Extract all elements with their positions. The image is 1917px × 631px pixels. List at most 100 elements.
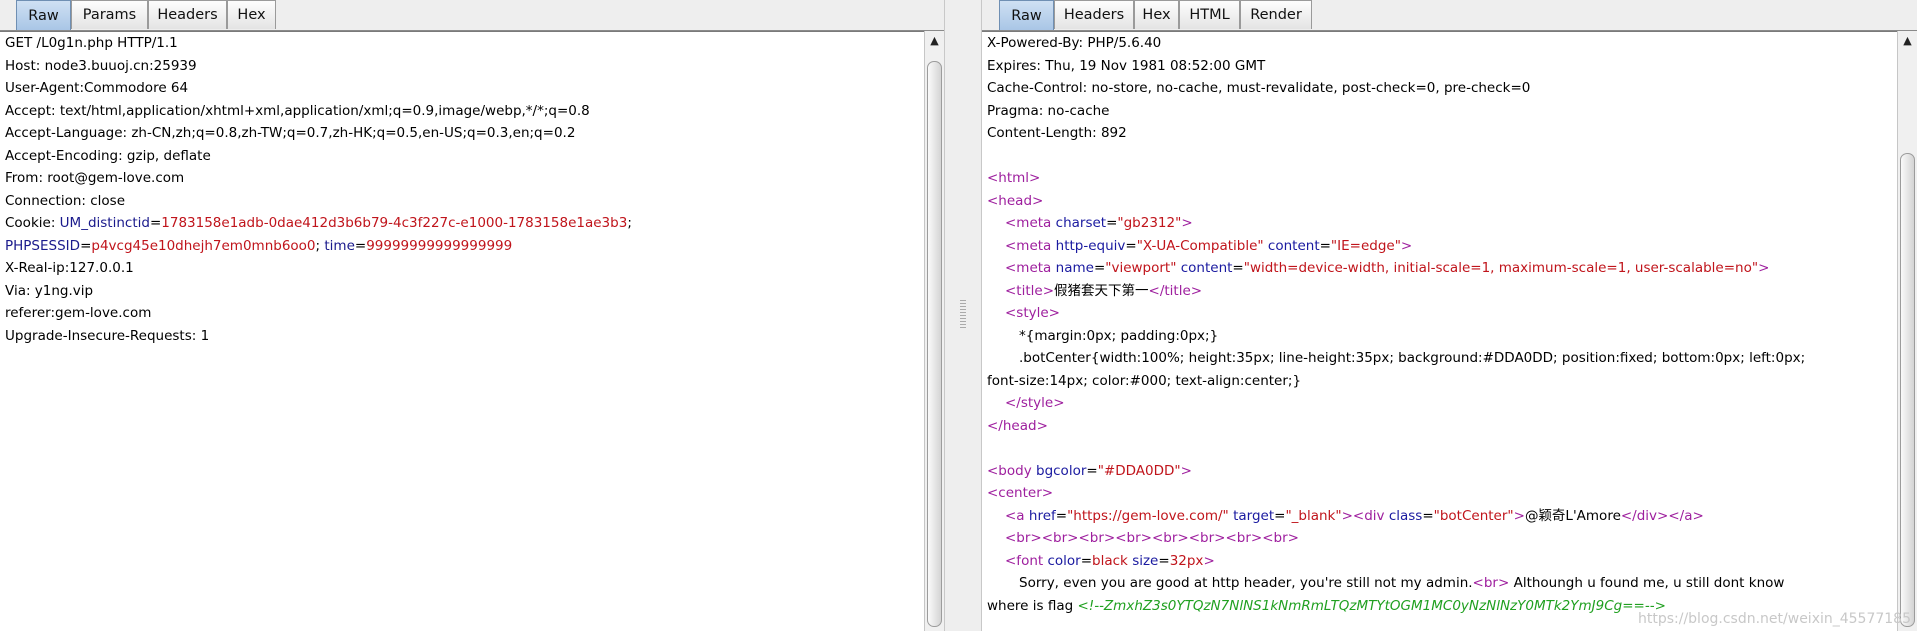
watermark: https://blog.csdn.net/weixin_45577185: [1637, 611, 1911, 627]
attr-value: black: [1092, 552, 1128, 569]
title-line: <title>假猪套天下第一</title>: [982, 280, 1897, 303]
attr-value: 32px: [1169, 552, 1204, 569]
request-scroll-thumb[interactable]: [927, 61, 942, 627]
accept-language-header: Accept-Language: zh-CN,zh;q=0.8,zh-TW;q=…: [5, 125, 576, 141]
style-tag: <style>: [1005, 305, 1060, 321]
attr-value: "#DDA0DD": [1097, 462, 1181, 479]
splitter-grip-icon[interactable]: [960, 300, 966, 330]
attr-value: "_blank": [1285, 507, 1342, 524]
head-close-line: </head>: [982, 415, 1897, 438]
sorry-text-2: Althoungh u found me, u still dont know: [1509, 575, 1785, 591]
attr-value: "botCenter": [1433, 507, 1514, 524]
response-tab-html[interactable]: HTML: [1179, 0, 1240, 29]
response-tab-render[interactable]: Render: [1240, 0, 1312, 29]
style-close-tag: </style>: [1005, 395, 1065, 411]
accept-header: Accept: text/html,application/xhtml+xml,…: [5, 102, 590, 119]
connection-header: Connection: close: [5, 192, 125, 209]
attr-value: "https://gem-love.com/": [1067, 507, 1229, 524]
attr-value: "gb2312": [1117, 215, 1182, 231]
x-real-ip-header: X-Real-ip:127.0.0.1: [5, 260, 134, 276]
body-tag: <body: [987, 462, 1032, 479]
meta-compat-line: <meta http-equiv="X-UA-Compatible" conte…: [1005, 237, 1413, 254]
response-header: Pragma: no-cache: [987, 102, 1110, 119]
cookie-value: 99999999999999999: [366, 237, 513, 254]
response-header: Content-Length: 892: [987, 125, 1127, 141]
meta-viewport-line: <meta name="viewport" content="width=dev…: [1005, 260, 1770, 276]
br-tag: <br>: [1472, 575, 1510, 591]
request-scrollbar[interactable]: ▲: [924, 31, 944, 631]
scroll-up-arrow-icon[interactable]: ▲: [1900, 33, 1915, 48]
sorry-text: Sorry, even you are good at http header,…: [1019, 575, 1473, 591]
tag-close: >: [1203, 552, 1215, 569]
response-tab-hex[interactable]: Hex: [1134, 0, 1179, 29]
attr-name: href: [1028, 507, 1056, 524]
font-tag: <font: [1005, 552, 1044, 569]
pane-splitter[interactable]: [944, 0, 982, 631]
style-open-line: <style>: [982, 302, 1897, 325]
referer-header: referer:gem-love.com: [5, 305, 152, 321]
request-editor[interactable]: GET /L0g1n.php HTTP/1.1 Host: node3.buuo…: [0, 31, 924, 631]
response-tab-headers[interactable]: Headers: [1054, 0, 1134, 29]
css-line: *{margin:0px; padding:0px;}: [1019, 327, 1219, 344]
flag-comment: <!--ZmxhZ3s0YTQzN7NlNS1kNmRmLTQzMTYtOGM1…: [1077, 597, 1666, 614]
style-close-line: </style>: [982, 392, 1897, 415]
cookie-value: p4vcg45e10dhejh7em0mnb6oo0: [91, 237, 316, 254]
attr-name: size: [1132, 552, 1159, 569]
tag-close: >: [1180, 462, 1192, 479]
attr-value: "X-UA-Compatible": [1136, 237, 1264, 254]
a-close-tag: </a>: [1668, 507, 1704, 524]
cookie-name: UM_distinctid: [59, 215, 150, 231]
br-line: <br><br><br><br><br><br><br><br>: [982, 527, 1897, 550]
response-header: Cache-Control: no-store, no-cache, must-…: [987, 80, 1531, 96]
response-scrollbar[interactable]: ▲: [1897, 31, 1917, 631]
meta-tag: <meta: [1005, 237, 1052, 254]
a-tag: <a: [1005, 507, 1025, 524]
cookie-label: Cookie:: [5, 215, 60, 231]
attr-name: bgcolor: [1036, 462, 1087, 479]
cookie-eq: =: [80, 237, 92, 254]
request-tab-raw[interactable]: Raw: [16, 0, 71, 30]
response-tabbar: Raw Headers Hex HTML Render: [982, 0, 1917, 31]
response-scroll-thumb[interactable]: [1900, 153, 1915, 627]
scroll-up-arrow-icon[interactable]: ▲: [927, 33, 942, 48]
response-pane: Raw Headers Hex HTML Render X-Powered-By…: [982, 0, 1917, 631]
cookie-sep: ;: [627, 215, 632, 231]
title-close-tag: </title>: [1148, 282, 1203, 299]
tag-close: >: [1513, 507, 1525, 524]
user-agent-header: User-Agent:Commodore 64: [5, 80, 189, 96]
center-tag: <center>: [987, 485, 1054, 501]
br-tags: <br><br><br><br><br><br><br><br>: [1005, 530, 1299, 546]
request-tab-headers[interactable]: Headers: [148, 0, 227, 29]
attr-name: charset: [1055, 215, 1107, 231]
attr-value: "viewport": [1105, 260, 1177, 276]
request-tab-hex[interactable]: Hex: [227, 0, 276, 29]
via-header: Via: y1ng.vip: [5, 282, 94, 299]
response-header: X-Powered-By: PHP/5.6.40: [987, 35, 1162, 51]
request-pane: Raw Params Headers Hex GET /L0g1n.php HT…: [0, 0, 944, 631]
attr-name: class: [1388, 507, 1423, 524]
body-open-line: <body bgcolor="#DDA0DD">: [987, 462, 1192, 479]
div-close-tag: </div>: [1620, 507, 1669, 524]
host-header: Host: node3.buuoj.cn:25939: [5, 57, 197, 74]
request-line: GET /L0g1n.php HTTP/1.1: [5, 35, 178, 51]
head-tag: <head>: [987, 192, 1044, 209]
attr-value: "IE=edge": [1330, 237, 1401, 254]
css-line-wrap: font-size:14px; color:#000; text-align:c…: [987, 372, 1302, 389]
attr-name: content: [1180, 260, 1233, 276]
attr-name: content: [1267, 237, 1320, 254]
response-tab-raw[interactable]: Raw: [999, 0, 1054, 30]
response-editor[interactable]: X-Powered-By: PHP/5.6.40 Expires: Thu, 1…: [982, 31, 1897, 631]
anchor-line: <a href="https://gem-love.com/" target="…: [1005, 507, 1704, 524]
html-tag: <html>: [987, 170, 1041, 186]
meta-tag: <meta: [1005, 260, 1052, 276]
attr-name: name: [1055, 260, 1094, 276]
html-open-line: <html>: [982, 167, 1897, 190]
meta-charset-line: <meta charset="gb2312">: [1005, 215, 1193, 231]
font-line: <font color=black size=32px>: [1005, 552, 1215, 569]
div-tag: <div: [1352, 507, 1385, 524]
attr-name: target: [1233, 507, 1275, 524]
cookie-value: 1783158e1adb-0dae412d3b6b79-4c3f227c-e10…: [161, 215, 628, 231]
request-tab-params[interactable]: Params: [71, 0, 148, 29]
